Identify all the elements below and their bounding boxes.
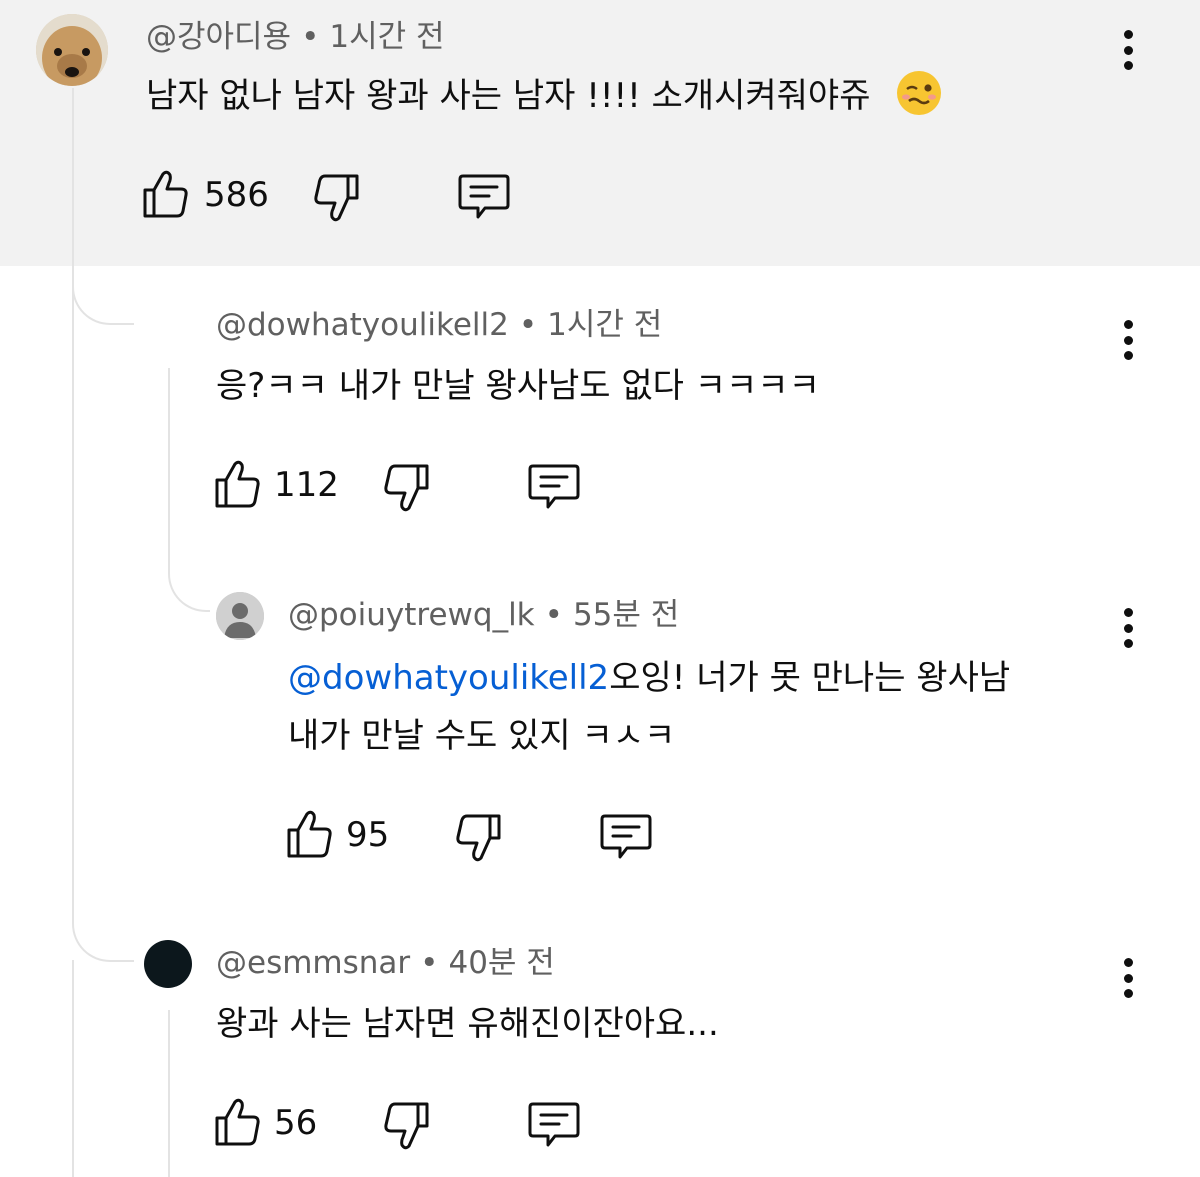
avatar-dark[interactable]: [144, 940, 192, 988]
thread-line-main: [72, 88, 74, 283]
avatar-puppy[interactable]: [36, 14, 108, 86]
author-name[interactable]: @dowhatyoulikell2: [216, 307, 509, 343]
thread-connector-2: [168, 568, 210, 612]
more-options-button[interactable]: [1118, 608, 1138, 648]
more-options-button[interactable]: [1118, 30, 1138, 70]
reply-comment-icon[interactable]: [528, 1100, 580, 1150]
thread-line-nested: [168, 368, 170, 568]
like-count: 112: [274, 465, 339, 505]
reply-comment-icon[interactable]: [600, 812, 652, 862]
thread-line-main-3: [72, 960, 74, 1177]
more-options-button[interactable]: [1118, 320, 1138, 360]
woozy-face-emoji: [895, 69, 943, 117]
comment-meta: @강아디용 • 1시간 전: [146, 19, 445, 55]
thread-line-main-2: [72, 280, 74, 920]
avatar-default[interactable]: [216, 592, 264, 640]
comment-text-line2: 내가 만날 수도 있지 ㅋㅅㅋ: [288, 716, 676, 756]
thumbs-down-icon[interactable]: [382, 462, 430, 514]
thread-line-nested-2: [168, 1010, 170, 1177]
more-options-button[interactable]: [1118, 958, 1138, 998]
comment-text: 남자 없나 남자 왕과 사는 남자 !!!! 소개시켜줘야쥬: [146, 68, 943, 124]
mention-link[interactable]: @dowhatyoulikell2: [288, 658, 609, 698]
thread-connector-3: [72, 920, 134, 962]
author-name[interactable]: @강아디용: [146, 19, 291, 55]
thumbs-up-icon[interactable]: [214, 458, 262, 510]
like-count: 586: [204, 175, 269, 215]
comment-meta: @dowhatyoulikell2 • 1시간 전: [216, 307, 663, 343]
thumbs-down-icon[interactable]: [312, 172, 360, 224]
thumbs-down-icon[interactable]: [382, 1100, 430, 1152]
thumbs-down-icon[interactable]: [454, 812, 502, 864]
thread-connector-1: [72, 283, 134, 325]
timestamp: 1시간 전: [329, 19, 445, 55]
thumbs-up-icon[interactable]: [142, 168, 190, 220]
reply-comment-icon[interactable]: [458, 172, 510, 222]
author-name[interactable]: @esmmsnar: [216, 945, 410, 981]
comment-meta: @esmmsnar • 40분 전: [216, 945, 555, 981]
reply-comment-icon[interactable]: [528, 462, 580, 512]
thumbs-up-icon[interactable]: [214, 1096, 262, 1148]
timestamp: 1시간 전: [547, 307, 663, 343]
comment-text: 응?ㅋㅋ 내가 만날 왕사남도 없다 ㅋㅋㅋㅋ: [216, 366, 820, 406]
timestamp: 55분 전: [572, 597, 680, 633]
like-count: 56: [274, 1103, 318, 1143]
timestamp: 40분 전: [448, 945, 555, 981]
author-name[interactable]: @poiuytrewq_lk: [288, 597, 535, 633]
comment-meta: @poiuytrewq_lk • 55분 전: [288, 597, 680, 633]
comment-text: 왕과 사는 남자면 유해진이잔아요...: [216, 1004, 719, 1044]
thumbs-up-icon[interactable]: [286, 808, 334, 860]
comment-text: @dowhatyoulikell2오잉! 너가 못 만나는 왕사남: [288, 658, 1011, 698]
like-count: 95: [346, 815, 390, 855]
